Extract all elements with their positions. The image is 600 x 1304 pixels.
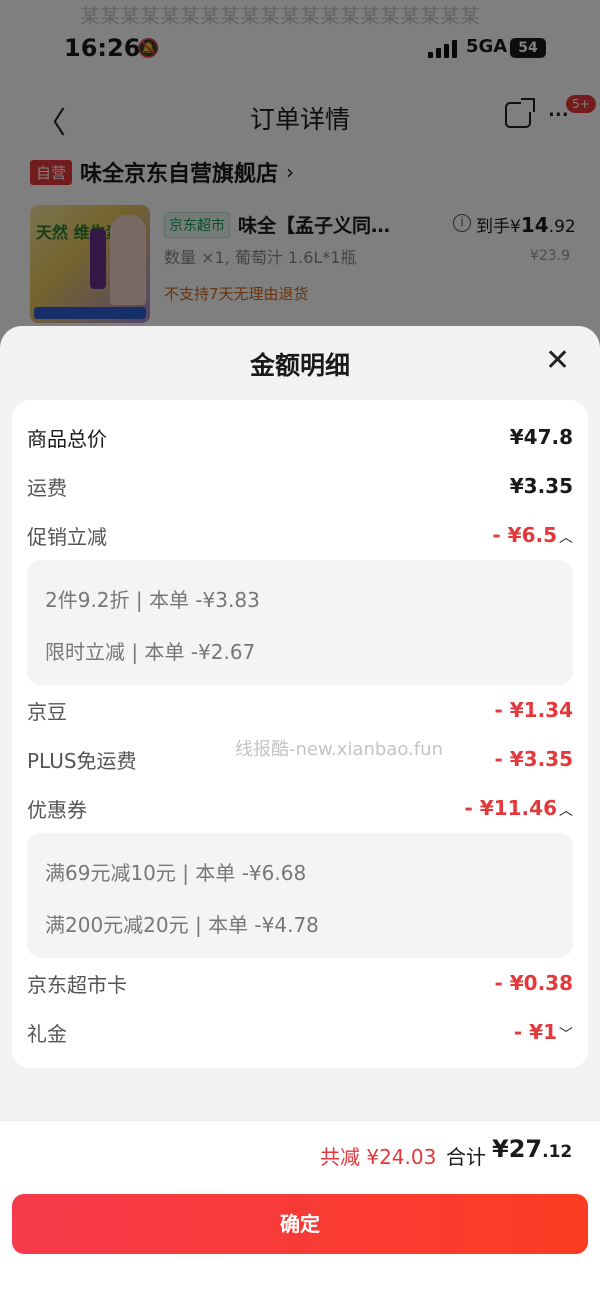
amount-card: 商品总价 ¥47.8 运费 ¥3.35 促销立减 - ¥6.5 ︿ 2件9.2折 …	[12, 400, 588, 1068]
confirm-button[interactable]: 确定	[12, 1194, 588, 1254]
chevron-down-icon: ﹀	[559, 1027, 573, 1043]
coupon-detail-1: 满69元减10元 | 本单 -¥6.68	[45, 861, 307, 885]
total-amount: ¥27.12	[492, 1135, 573, 1163]
row-gift-money[interactable]: 礼金 - ¥1 ﹀	[27, 1017, 573, 1047]
total-reduction: 共减 ¥24.03	[320, 1145, 437, 1169]
promotion-detail-1: 2件9.2折 | 本单 -¥3.83	[45, 588, 260, 612]
chevron-up-icon: ︿	[559, 530, 573, 546]
sheet-title: 金额明细	[249, 351, 350, 380]
total-label: 合计	[446, 1145, 486, 1169]
row-supermarket-card: 京东超市卡 - ¥0.38	[27, 971, 573, 997]
row-coupon[interactable]: 优惠券 - ¥11.46 ︿	[27, 793, 573, 823]
total-summary: 共减 ¥24.03 合计 ¥27.12	[0, 1120, 600, 1188]
promotion-details: 2件9.2折 | 本单 -¥3.83 限时立减 | 本单 -¥2.67	[27, 560, 573, 685]
row-shipping: 运费 ¥3.35	[27, 474, 573, 500]
watermark: 线报酷-new.xianbao.fun	[235, 739, 443, 760]
amount-detail-sheet: 金额明细 ✕ 商品总价 ¥47.8 运费 ¥3.35 促销立减 - ¥6.5 ︿ …	[0, 326, 600, 1304]
row-promotion[interactable]: 促销立减 - ¥6.5 ︿	[27, 520, 573, 550]
coupon-details: 满69元减10元 | 本单 -¥6.68 满200元减20元 | 本单 -¥4.…	[27, 833, 573, 958]
row-goods-total: 商品总价 ¥47.8	[27, 425, 573, 451]
close-icon[interactable]: ✕	[545, 346, 570, 376]
promotion-detail-2: 限时立减 | 本单 -¥2.67	[45, 640, 256, 664]
chevron-up-icon: ︿	[559, 803, 573, 819]
row-jd-beans: 京豆 - ¥1.34	[27, 698, 573, 724]
footer: 确定	[0, 1188, 600, 1304]
coupon-detail-2: 满200元减20元 | 本单 -¥4.78	[45, 913, 319, 937]
